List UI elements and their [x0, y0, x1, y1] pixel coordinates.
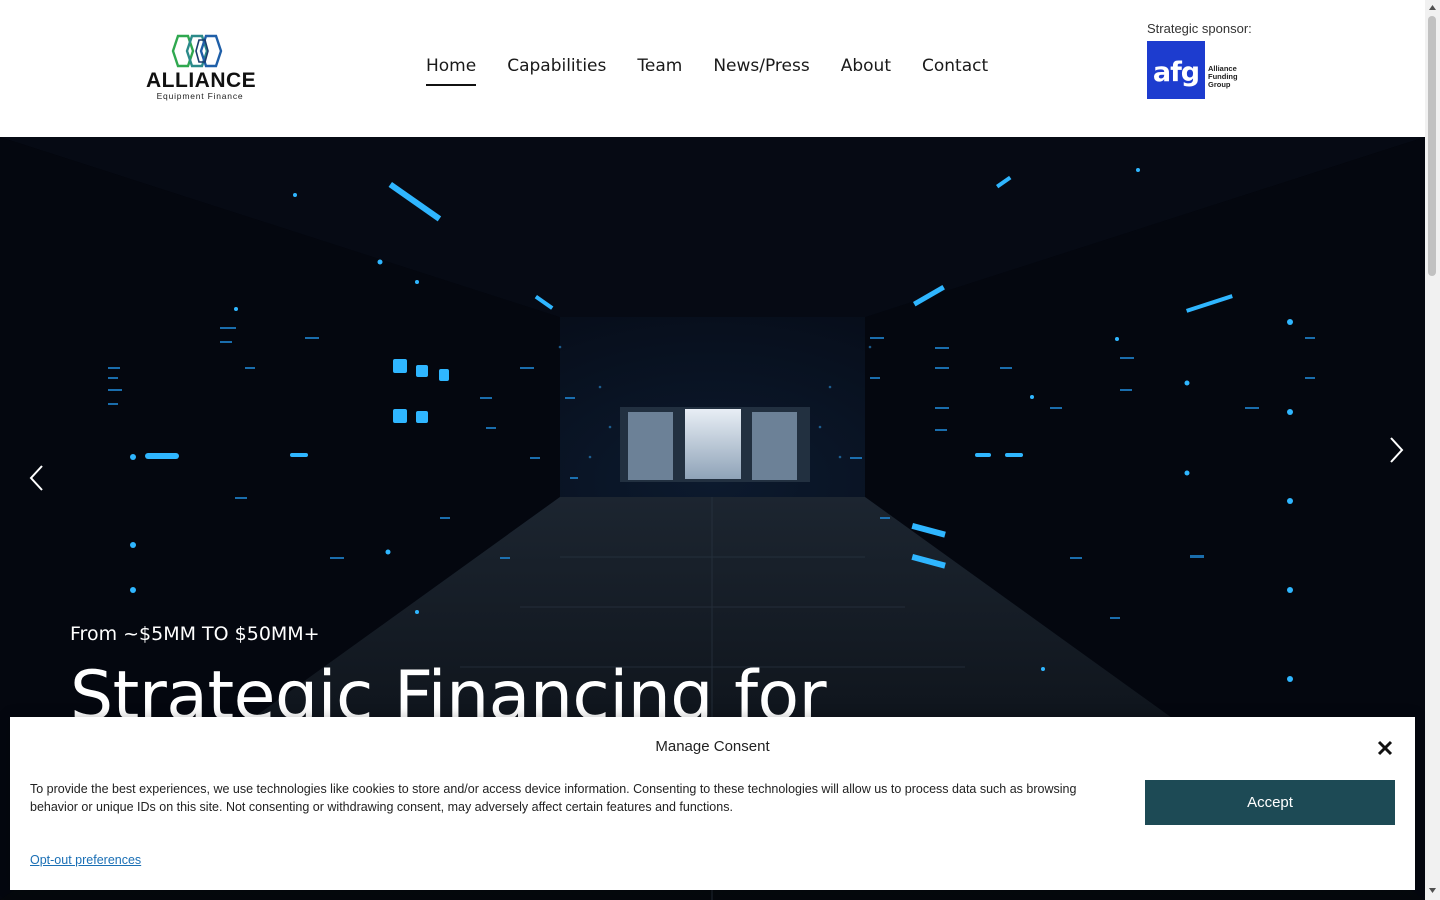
- close-icon[interactable]: [1374, 737, 1396, 759]
- afg-logo-text: Alliance Funding Group: [1208, 65, 1238, 89]
- scroll-down-arrow-icon[interactable]: [1425, 884, 1440, 896]
- nav-contact[interactable]: Contact: [922, 55, 988, 86]
- afg-logo-mark: afg: [1147, 41, 1205, 99]
- nav-home[interactable]: Home: [426, 55, 477, 86]
- chevron-left-icon[interactable]: [22, 458, 52, 498]
- nav-team[interactable]: Team: [637, 55, 682, 86]
- site-header: ALLIANCE Equipment Finance Home Capabili…: [0, 0, 1425, 137]
- logo-tagline: Equipment Finance: [156, 91, 244, 101]
- chevron-right-icon[interactable]: [1381, 430, 1411, 470]
- strategic-sponsor: Strategic sponsor: afg Alliance Funding …: [1147, 21, 1267, 99]
- main-nav: Home Capabilities Team News/Press About …: [426, 55, 1019, 86]
- nav-news-press[interactable]: News/Press: [713, 55, 809, 86]
- nav-capabilities[interactable]: Capabilities: [507, 55, 606, 86]
- accept-button[interactable]: Accept: [1145, 780, 1395, 825]
- opt-out-preferences-link[interactable]: Opt-out preferences: [30, 853, 141, 867]
- scrollbar-thumb[interactable]: [1428, 16, 1436, 276]
- hexagon-logo-icon: [171, 34, 223, 68]
- page-scrollbar[interactable]: [1425, 0, 1440, 900]
- scroll-up-arrow-icon[interactable]: [1425, 2, 1440, 14]
- afg-text-line-3: Group: [1208, 80, 1231, 89]
- nav-about[interactable]: About: [841, 55, 891, 86]
- logo-wordmark: ALLIANCE: [146, 69, 257, 92]
- sponsor-label: Strategic sponsor:: [1147, 21, 1252, 36]
- consent-body: To provide the best experiences, we use …: [30, 782, 1077, 814]
- hero-kicker: From ~$5MM TO $50MM+: [70, 623, 320, 645]
- cookie-consent-banner: Manage Consent To provide the best exper…: [10, 717, 1415, 890]
- afg-logo[interactable]: afg Alliance Funding Group: [1147, 41, 1247, 99]
- consent-title: Manage Consent: [655, 738, 770, 755]
- alliance-logo[interactable]: ALLIANCE Equipment Finance: [146, 34, 257, 102]
